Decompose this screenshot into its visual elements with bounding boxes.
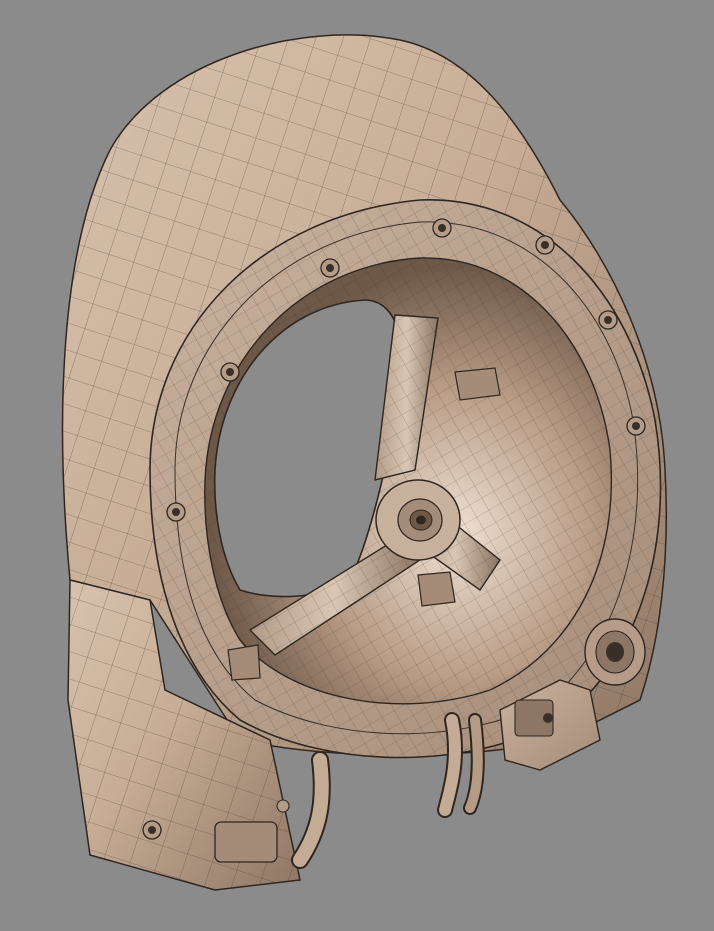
viewport <box>0 0 714 931</box>
model-render <box>0 0 714 931</box>
side-gauge <box>584 618 646 686</box>
